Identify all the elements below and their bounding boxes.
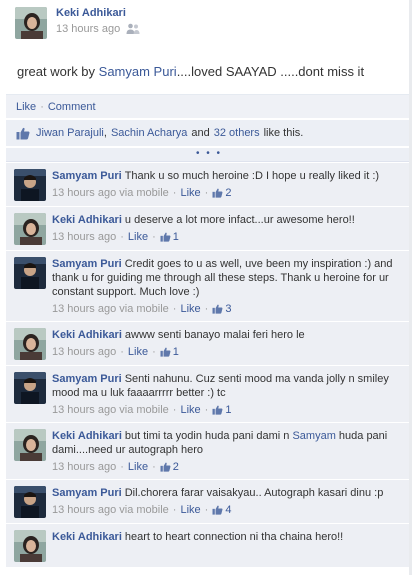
comment-timestamp[interactable]: 13 hours ago via mobile (52, 187, 169, 199)
comment-timestamp[interactable]: 13 hours ago via mobile (52, 303, 169, 315)
comment-like-button[interactable]: Like (128, 346, 148, 358)
comment-item: Keki Adhikari but timi ta yodin huda pani… (6, 423, 412, 480)
comment-body: Thank u so much heroine :D I hope u real… (124, 170, 380, 182)
comment-like-button[interactable]: Like (180, 404, 200, 416)
post-text-prefix: great work by (17, 64, 99, 79)
comment-button[interactable]: Comment (48, 101, 96, 113)
comment-timestamp[interactable]: 13 hours ago (52, 231, 116, 243)
comment-timestamp[interactable]: 13 hours ago via mobile (52, 404, 169, 416)
comment-body: heart to heart connection ni tha chaina … (124, 531, 344, 543)
commenter-name[interactable]: Keki Adhikari (52, 329, 122, 341)
commenter-avatar[interactable] (14, 429, 46, 461)
comment-item: Keki Adhikari u deserve a lot more infact… (6, 207, 412, 251)
comment-like-count[interactable]: 2 (160, 461, 179, 473)
commenter-avatar[interactable] (14, 257, 46, 289)
comment-like-button[interactable]: Like (128, 461, 148, 473)
commenter-name[interactable]: Keki Adhikari (52, 430, 122, 442)
comment-item: Keki Adhikari heart to heart connection n… (6, 524, 412, 568)
comment-like-count[interactable]: 2 (212, 187, 231, 199)
comment-like-count[interactable]: 3 (212, 303, 231, 315)
thumbs-up-icon (212, 188, 223, 198)
liker-link-2[interactable]: Sachin Acharya (111, 127, 187, 139)
post-text: great work by Samyam Puri....loved SAAYA… (17, 64, 364, 79)
comment-timestamp[interactable]: 13 hours ago via mobile (52, 504, 169, 516)
comment-body: awww senti banayo malai feri hero le (124, 329, 305, 341)
comment-mention[interactable]: Samyam (292, 430, 335, 442)
poster-name[interactable]: Keki Adhikari (56, 7, 126, 19)
post-actions: Like · Comment (6, 94, 412, 118)
comment-like-button[interactable]: Like (180, 187, 200, 199)
commenter-avatar[interactable] (14, 169, 46, 201)
thumbs-up-icon (212, 405, 223, 415)
comment-like-count[interactable]: 1 (160, 346, 179, 358)
likes-summary: Jiwan Parajuli, Sachin Acharya and 32 ot… (6, 120, 412, 146)
comment-timestamp[interactable]: 13 hours ago (52, 346, 116, 358)
thumbs-up-icon (16, 127, 30, 139)
view-more-comments[interactable]: • • • (6, 148, 412, 162)
post-header: Keki Adhikari 13 hours ago (0, 0, 412, 48)
comment-like-count[interactable]: 4 (212, 504, 231, 516)
comments-list: Samyam Puri Thank u so much heroine :D I … (6, 163, 412, 568)
comment-like-count[interactable]: 1 (160, 231, 179, 243)
post-mention[interactable]: Samyam Puri (99, 64, 177, 79)
commenter-name[interactable]: Keki Adhikari (52, 214, 122, 226)
commenter-name[interactable]: Samyam Puri (52, 487, 122, 499)
comment-item: Samyam Puri Credit goes to u as well, uve… (6, 251, 412, 322)
comment-item: Samyam Puri Thank u so much heroine :D I … (6, 163, 412, 207)
commenter-name[interactable]: Samyam Puri (52, 258, 122, 270)
thumbs-up-icon (212, 304, 223, 314)
commenter-avatar[interactable] (14, 328, 46, 360)
comment-like-button[interactable]: Like (180, 303, 200, 315)
post-meta: 13 hours ago (56, 23, 140, 35)
like-button[interactable]: Like (16, 101, 36, 113)
liker-link-1[interactable]: Jiwan Parajuli (36, 127, 104, 139)
comment-like-button[interactable]: Like (180, 504, 200, 516)
comment-item: Samyam Puri Senti nahunu. Cuz senti mood … (6, 366, 412, 423)
thumbs-up-icon (160, 232, 171, 242)
commenter-name[interactable]: Samyam Puri (52, 373, 122, 385)
comment-timestamp[interactable]: 13 hours ago (52, 461, 116, 473)
comment-body: u deserve a lot more infact...ur awesome… (124, 214, 355, 226)
commenter-name[interactable]: Keki Adhikari (52, 531, 122, 543)
commenter-avatar[interactable] (14, 486, 46, 518)
action-separator: · (40, 100, 44, 113)
likes-and: and (191, 127, 210, 139)
post-text-suffix: ....loved SAAYAD .....dont miss it (176, 64, 365, 79)
likers-others-link[interactable]: 32 others (214, 127, 260, 139)
comment-like-button[interactable]: Like (128, 231, 148, 243)
thumbs-up-icon (160, 347, 171, 357)
thumbs-up-icon (160, 462, 171, 472)
comment-body: Dil.chorera farar vaisakyau.. Autograph … (124, 487, 384, 499)
comment-body-prefix: but timi ta yodin huda pani dami n (124, 430, 293, 442)
post-timestamp[interactable]: 13 hours ago (56, 23, 120, 35)
comment-item: Samyam Puri Dil.chorera farar vaisakyau..… (6, 480, 412, 524)
thumbs-up-icon (212, 505, 223, 515)
friends-icon[interactable] (126, 23, 140, 35)
commenter-name[interactable]: Samyam Puri (52, 170, 122, 182)
commenter-avatar[interactable] (14, 530, 46, 562)
comment-like-count[interactable]: 1 (212, 404, 231, 416)
comment-item: Keki Adhikari awww senti banayo malai fer… (6, 322, 412, 366)
commenter-avatar[interactable] (14, 213, 46, 245)
likes-suffix: like this. (263, 127, 304, 139)
poster-avatar[interactable] (15, 7, 47, 39)
commenter-avatar[interactable] (14, 372, 46, 404)
